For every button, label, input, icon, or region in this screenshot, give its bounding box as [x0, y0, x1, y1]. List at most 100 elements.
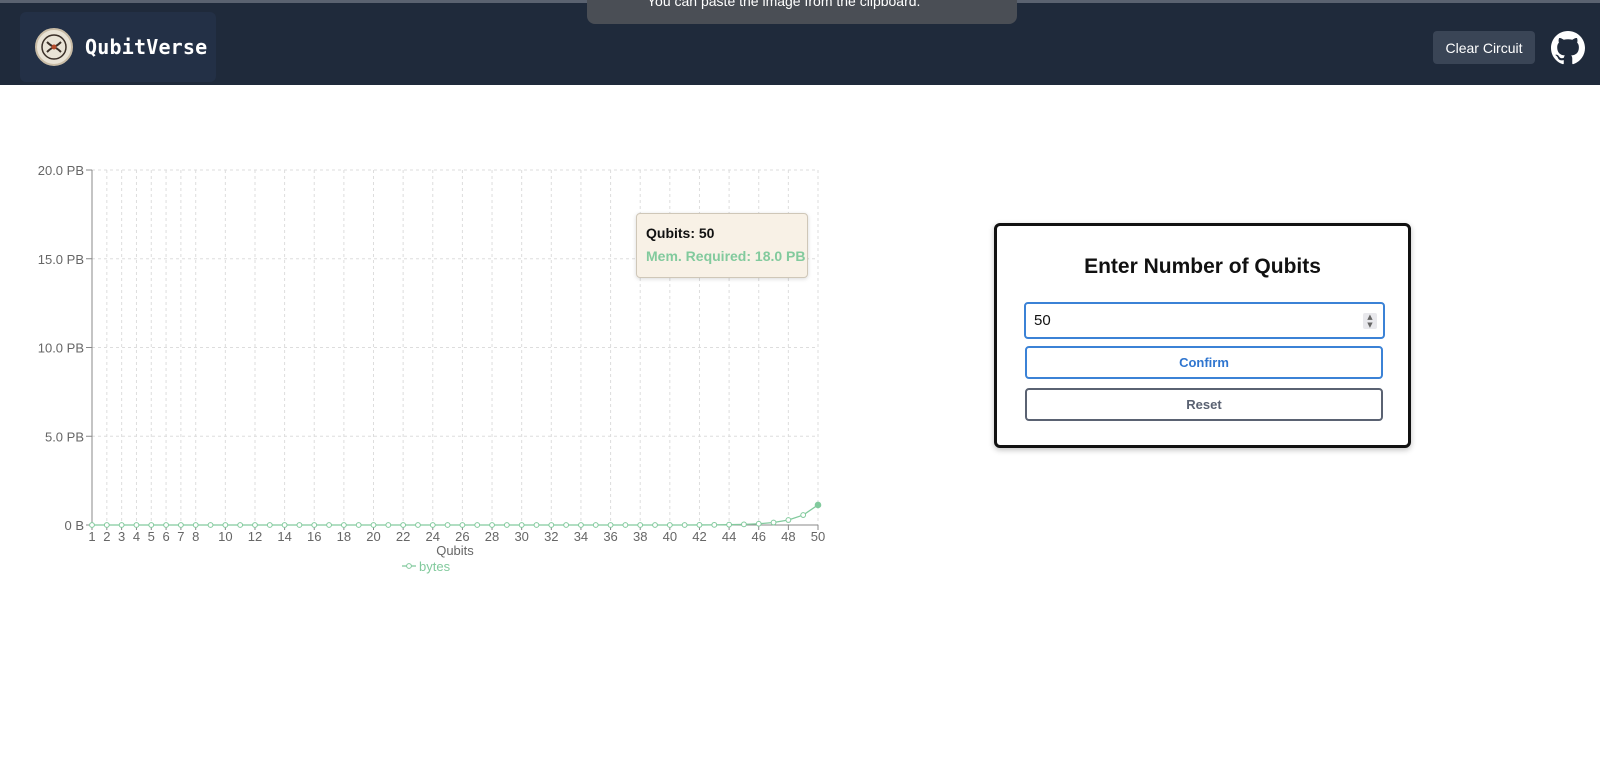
data-point — [385, 522, 392, 528]
data-point — [400, 522, 407, 528]
x-tick-label: 46 — [752, 529, 766, 544]
data-point — [237, 522, 244, 528]
y-tick-label: 20.0 PB — [38, 163, 84, 178]
x-tick-label: 44 — [722, 529, 736, 544]
x-tick-label: 16 — [307, 529, 321, 544]
number-spinner-icon[interactable]: ▲ ▼ — [1363, 313, 1377, 329]
x-tick-label: 4 — [133, 529, 140, 544]
github-icon[interactable] — [1551, 31, 1585, 65]
data-point — [637, 522, 644, 528]
tooltip-title: Qubits: 50 — [646, 225, 715, 241]
x-tick-label: 7 — [177, 529, 184, 544]
data-point — [533, 522, 540, 528]
legend-swatch-dot — [406, 563, 412, 569]
data-point — [592, 522, 599, 528]
data-point — [548, 522, 555, 528]
data-point — [800, 512, 807, 518]
data-point — [459, 522, 466, 528]
x-tick-label: 3 — [118, 529, 125, 544]
y-tick-label: 0 B — [64, 518, 84, 533]
x-tick-label: 22 — [396, 529, 410, 544]
data-point — [711, 521, 718, 528]
x-tick-label: 42 — [692, 529, 706, 544]
data-point — [340, 522, 347, 528]
data-point — [578, 522, 584, 528]
data-point — [370, 522, 377, 528]
data-point — [415, 522, 421, 528]
x-tick-label: 40 — [663, 529, 677, 544]
data-point — [281, 522, 288, 528]
data-point — [622, 522, 629, 528]
data-point — [770, 519, 777, 526]
data-point — [681, 522, 688, 528]
confirm-button[interactable]: Confirm — [1025, 346, 1383, 379]
x-tick-label: 26 — [455, 529, 469, 544]
qubit-number-field[interactable]: ▲▼ — [1024, 302, 1385, 339]
x-tick-label: 48 — [781, 529, 795, 544]
data-point — [785, 517, 792, 523]
brand-logo-icon — [35, 28, 73, 66]
brand-name: QubitVerse — [85, 35, 208, 59]
x-tick-label: 28 — [485, 529, 499, 544]
legend-label: bytes — [419, 559, 451, 574]
x-tick-label: 30 — [514, 529, 528, 544]
x-tick-label: 2 — [103, 529, 110, 544]
data-point — [311, 522, 318, 528]
brand[interactable]: QubitVerse — [20, 12, 216, 82]
data-point — [222, 522, 229, 528]
data-point — [666, 522, 673, 528]
x-tick-label: 34 — [574, 529, 588, 544]
data-point — [696, 522, 703, 528]
data-point — [355, 522, 362, 528]
data-point — [103, 522, 110, 528]
panel-title: Enter Number of Qubits — [1084, 255, 1321, 278]
x-tick-label: 36 — [603, 529, 617, 544]
y-tick-label: 5.0 PB — [45, 429, 84, 444]
y-tick-label: 15.0 PB — [38, 252, 84, 267]
y-tick-label: 10.0 PB — [38, 341, 84, 356]
x-tick-label: 10 — [218, 529, 232, 544]
x-tick-label: 38 — [633, 529, 647, 544]
qubit-number-input[interactable] — [1034, 308, 1354, 332]
x-axis-label: Qubits — [436, 543, 474, 558]
data-point — [148, 522, 155, 528]
data-point — [607, 522, 614, 528]
data-point — [726, 521, 733, 528]
data-point — [192, 522, 199, 528]
x-tick-label: 5 — [148, 529, 155, 544]
x-tick-label: 20 — [366, 529, 380, 544]
x-tick-label: 8 — [192, 529, 199, 544]
top-navbar: QubitVerse You can paste the image from … — [0, 0, 1600, 85]
data-point — [163, 522, 169, 528]
x-tick-label: 1 — [88, 529, 95, 544]
data-point — [489, 522, 495, 528]
series-line-bytes — [92, 504, 819, 526]
data-point — [444, 522, 451, 528]
toast-text: You can paste the image from the clipboa… — [647, 0, 921, 9]
x-tick-label: 24 — [426, 529, 440, 544]
data-point — [474, 522, 481, 528]
x-tick-label: 50 — [811, 529, 825, 544]
reset-button[interactable]: Reset — [1025, 388, 1383, 421]
toast-notification: You can paste the image from the clipboa… — [587, 0, 1017, 24]
chart-tooltip: Qubits: 50 Mem. Required: 18.0 PB — [636, 213, 808, 278]
data-point — [429, 522, 436, 528]
data-point — [503, 522, 510, 528]
x-tick-label: 14 — [277, 529, 291, 544]
data-point — [252, 522, 258, 528]
data-point — [652, 522, 658, 528]
data-point — [741, 521, 747, 528]
data-point — [326, 522, 332, 528]
data-point — [518, 522, 525, 528]
data-point — [266, 522, 273, 528]
data-point — [755, 520, 762, 527]
data-point — [177, 522, 184, 528]
data-point — [563, 522, 570, 528]
data-point — [118, 522, 125, 528]
data-point — [207, 522, 214, 528]
x-tick-label: 6 — [162, 529, 169, 544]
clear-circuit-button[interactable]: Clear Circuit — [1433, 31, 1535, 64]
x-tick-label: 32 — [544, 529, 558, 544]
x-tick-label: 18 — [337, 529, 351, 544]
data-point — [296, 522, 303, 528]
